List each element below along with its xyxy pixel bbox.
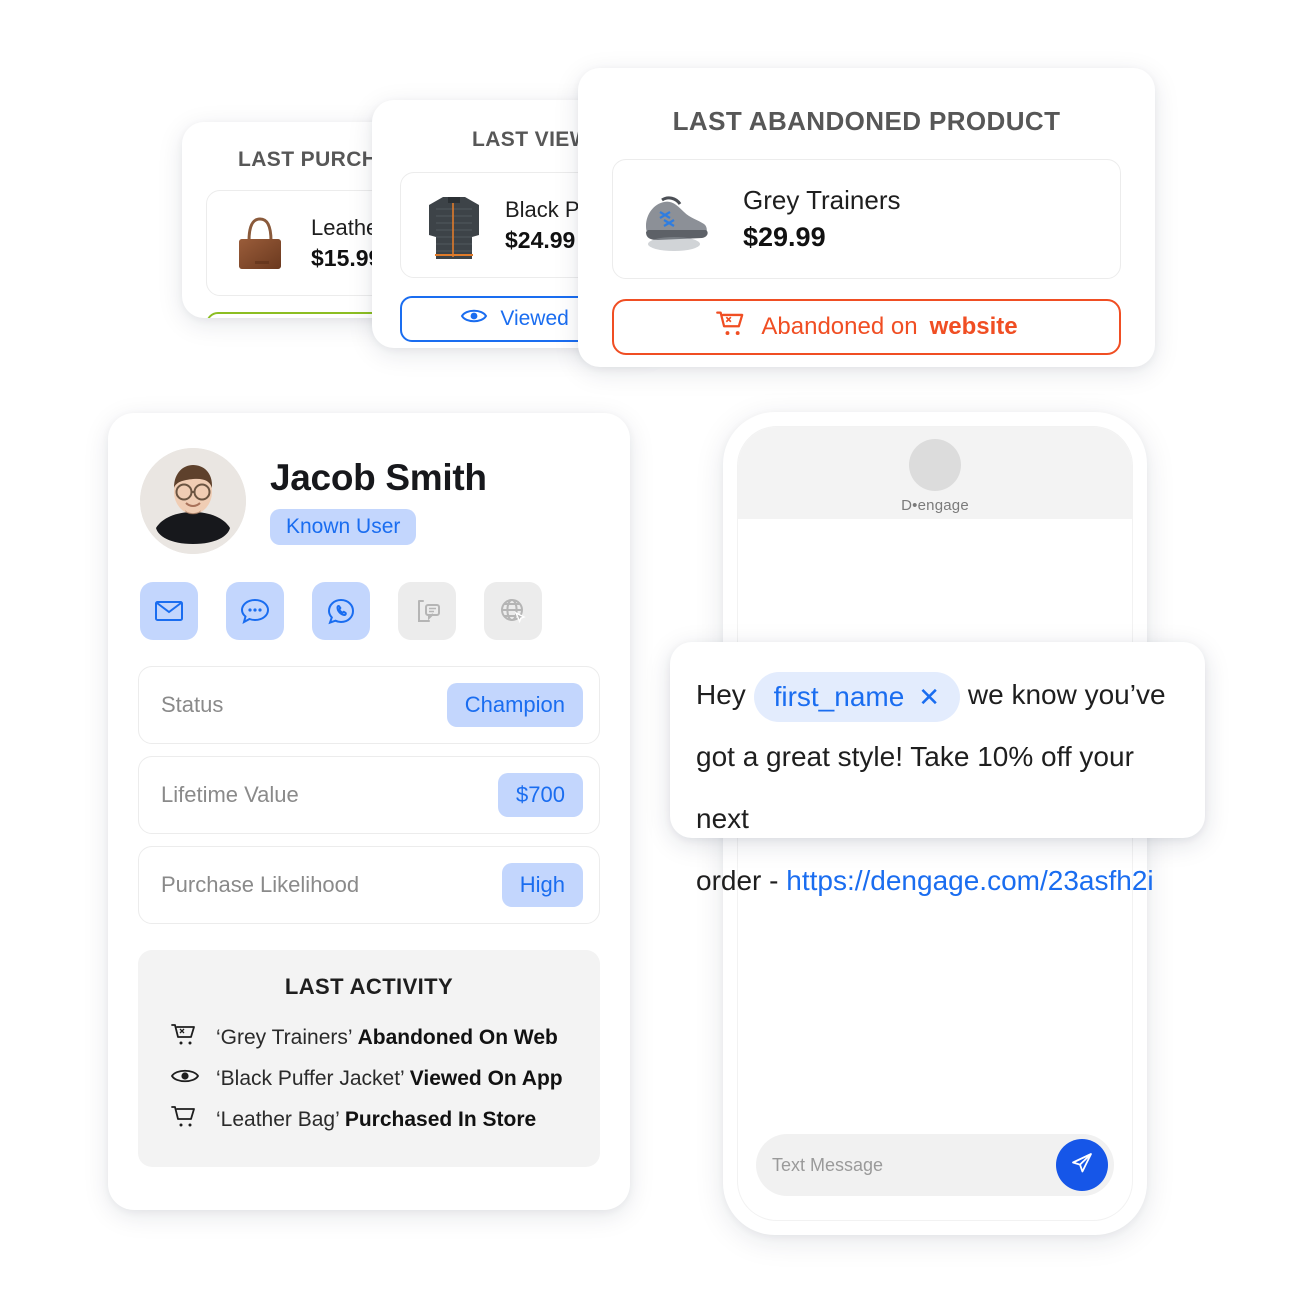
message-prefix: Hey — [696, 679, 746, 710]
activity-action: Abandoned On Web — [357, 1025, 558, 1049]
activity-product: ‘Black Puffer Jacket’ — [216, 1066, 404, 1090]
avatar — [140, 448, 246, 554]
message-input-area: Text Message — [738, 1134, 1132, 1220]
activity-product: ‘Grey Trainers’ — [216, 1025, 352, 1049]
first-name-token[interactable]: first_name ✕ — [753, 671, 961, 722]
attribute-label: Status — [161, 692, 224, 717]
sms-channel-icon[interactable] — [226, 582, 284, 640]
page-title: Jacob Smith — [270, 457, 487, 498]
customer-profile-card: Jacob Smith Known User Status Champion L… — [108, 413, 630, 1210]
list-item: ‘Leather Bag’ Purchased In Store — [138, 1098, 600, 1141]
push-channel-icon[interactable] — [398, 582, 456, 640]
message-line-3-prefix: order - — [696, 865, 787, 896]
text-message-placeholder: Text Message — [772, 1154, 884, 1175]
attribute-value: $700 — [498, 773, 583, 817]
action-label: Viewed — [500, 307, 569, 330]
message-line-2: got a great style! Take 10% off your nex… — [696, 741, 1134, 834]
activity-action: Viewed On App — [409, 1066, 563, 1090]
status-badge: Known User — [270, 509, 417, 545]
web-push-channel-icon[interactable] — [484, 582, 542, 640]
action-label-strong: website — [929, 313, 1018, 340]
action-label: Abandoned on — [761, 313, 918, 340]
product-price: $29.99 — [743, 222, 826, 252]
email-channel-icon[interactable] — [140, 582, 198, 640]
send-icon — [1069, 1150, 1095, 1181]
last-activity-panel: LAST ACTIVITY ‘Grey Trainers’ Abandoned … — [138, 950, 600, 1167]
last-abandoned-product-card: LAST ABANDONED PRODUCT Grey Trainers $29… — [578, 68, 1155, 367]
text-message-input[interactable]: Text Message — [756, 1134, 1114, 1196]
attribute-value: Champion — [446, 683, 583, 727]
attribute-row-lifetime-value: Lifetime Value $700 — [138, 756, 600, 834]
eye-icon — [170, 1065, 200, 1092]
activity-product: ‘Leather Bag’ — [216, 1107, 339, 1131]
last-activity-title: LAST ACTIVITY — [284, 974, 454, 999]
product-tile: Grey Trainers $29.99 — [612, 159, 1121, 279]
page-root: LAST PURCHASED PRODUCT Leather Bag — [0, 0, 1312, 1312]
abandoned-on-website-button[interactable]: Abandoned on website — [612, 299, 1121, 355]
cart-x-icon — [170, 1022, 200, 1053]
list-item: ‘Black Puffer Jacket’ Viewed On App — [138, 1059, 600, 1098]
brand-name: D•engage — [901, 496, 969, 514]
message-link[interactable]: https://dengage.com/23asfh2i — [786, 865, 1153, 896]
message-line-1: we know you’ve — [967, 679, 1166, 710]
card-title: LAST ABANDONED PRODUCT — [672, 106, 1061, 136]
attributes-list: Status Champion Lifetime Value $700 Purc… — [108, 640, 630, 924]
cart-icon — [170, 1104, 200, 1135]
attribute-row-purchase-likelihood: Purchase Likelihood High — [138, 846, 600, 924]
token-label: first_name — [773, 680, 905, 712]
attribute-label: Lifetime Value — [161, 782, 299, 807]
cart-x-icon — [715, 309, 749, 346]
activity-action: Purchased In Store — [344, 1107, 537, 1131]
send-button[interactable] — [1056, 1139, 1108, 1191]
channel-icon-row — [108, 554, 630, 640]
conversation-avatar — [909, 438, 961, 491]
leather-bag-image — [223, 203, 297, 283]
eye-icon — [460, 306, 488, 332]
attribute-label: Purchase Likelihood — [161, 872, 360, 897]
attribute-row-status: Status Champion — [138, 666, 600, 744]
whatsapp-channel-icon[interactable] — [312, 582, 370, 640]
list-item: ‘Grey Trainers’ Abandoned On Web — [138, 1016, 600, 1059]
message-composer-bubble: Hey first_name ✕ we know you’ve got a gr… — [670, 642, 1205, 896]
attribute-value: High — [501, 863, 583, 907]
remove-token-icon[interactable]: ✕ — [918, 675, 940, 719]
grey-trainers-image — [629, 179, 725, 259]
black-puffer-jacket-image — [417, 185, 491, 265]
phone-conversation-header: D•engage — [738, 427, 1132, 519]
product-name: Grey Trainers — [743, 185, 901, 215]
profile-header: Jacob Smith Known User — [108, 413, 630, 554]
